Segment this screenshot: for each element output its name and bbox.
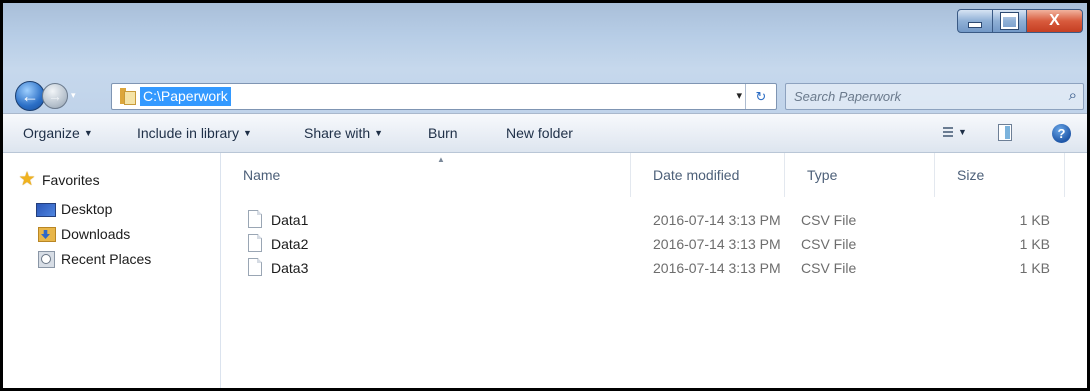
address-path[interactable]: C:\Paperwork [140,87,231,106]
file-icon [248,234,262,252]
title-bar: X ← → ▾ C:\Paperwork ▾ ↻ Search Paperwor… [3,3,1087,113]
search-icon[interactable]: ⌕ [1069,87,1077,104]
file-icon [248,210,262,228]
refresh-icon: ↻ [755,88,767,104]
back-button[interactable]: ← [15,81,45,111]
view-options-chevron-icon[interactable]: ▼ [958,127,967,137]
sidebar-item-label: Desktop [61,201,113,217]
column-header-label: Name [243,167,281,183]
new-folder-button[interactable]: New folder [506,125,573,141]
preview-pane-icon[interactable] [998,124,1012,141]
maximize-icon [1001,13,1018,29]
include-in-library-button[interactable]: Include in library ▼ [137,125,252,141]
file-list: Name ▲ Date modified Type Size Data1 201… [221,153,1087,388]
sidebar-item-favorites[interactable]: ★ Favorites [17,167,100,193]
sort-ascending-icon: ▲ [437,155,445,164]
column-header-size[interactable]: Size [935,153,1065,197]
sidebar-item-label: Downloads [61,226,131,242]
chevron-down-icon: ▼ [242,128,252,138]
help-icon[interactable]: ? [1052,124,1071,143]
navigation-pane: ★ Favorites Desktop Downloads Recent Pla… [3,153,221,388]
navigation-buttons: ← → ▾ [15,81,105,111]
change-view-icon[interactable] [939,126,953,140]
search-input[interactable]: Search Paperwork [794,89,901,104]
file-icon [248,258,262,276]
burn-button[interactable]: Burn [428,125,458,141]
file-size: 1 KB [1019,260,1050,276]
file-date-modified: 2016-07-14 3:13 PM [653,212,781,228]
column-header-label: Date modified [653,167,740,183]
column-header-label: Type [807,167,838,183]
sidebar-item-label: Recent Places [61,251,152,267]
maximize-button[interactable] [993,9,1027,33]
chevron-down-icon: ▼ [83,128,93,138]
file-type: CSV File [801,236,857,252]
file-name: Data1 [271,212,309,228]
window-controls: X [957,9,1083,33]
column-header-type[interactable]: Type [785,153,935,197]
file-type: CSV File [801,212,857,228]
sidebar-item-recent-places[interactable]: Recent Places [36,246,151,272]
refresh-button[interactable]: ↻ [745,84,776,109]
organize-button[interactable]: Organize ▼ [23,125,93,141]
table-row[interactable]: Data2 2016-07-14 3:13 PM CSV File 1 KB [221,232,1087,256]
chevron-down-icon: ▼ [374,128,384,138]
command-bar: Organize ▼ Include in library ▼ Share with… [3,113,1087,153]
minimize-icon [968,22,982,28]
minimize-button[interactable] [957,9,993,33]
back-arrow-icon: ← [21,85,39,106]
file-size: 1 KB [1019,236,1050,252]
star-icon: ★ [18,169,36,190]
search-box[interactable]: Search Paperwork ⌕ [785,83,1084,110]
column-header-date-modified[interactable]: Date modified [631,153,785,197]
share-with-label: Share with [304,125,371,141]
share-with-button[interactable]: Share with ▼ [304,125,383,141]
column-header-name[interactable]: Name ▲ [221,153,631,197]
close-icon: X [1049,12,1060,29]
downloads-folder-icon [36,225,56,243]
organize-label: Organize [23,125,80,141]
file-name: Data2 [271,236,309,252]
forward-arrow-icon: → [48,88,62,104]
explorer-window: X ← → ▾ C:\Paperwork ▾ ↻ Search Paperwor… [0,0,1090,391]
table-row[interactable]: Data3 2016-07-14 3:13 PM CSV File 1 KB [221,256,1087,280]
address-dropdown-icon[interactable]: ▾ [736,89,742,102]
help-glyph: ? [1057,126,1066,141]
file-name: Data3 [271,260,309,276]
file-size: 1 KB [1019,212,1050,228]
column-header-label: Size [957,167,985,183]
table-row[interactable]: Data1 2016-07-14 3:13 PM CSV File 1 KB [221,208,1087,232]
folder-icon [120,88,136,105]
file-date-modified: 2016-07-14 3:13 PM [653,236,781,252]
file-type: CSV File [801,260,857,276]
forward-button[interactable]: → [42,83,68,109]
recent-places-icon [36,250,56,268]
file-date-modified: 2016-07-14 3:13 PM [653,260,781,276]
recent-pages-chevron-icon[interactable]: ▾ [71,90,76,101]
sidebar-item-label: Favorites [42,172,100,188]
burn-label: Burn [428,125,458,141]
new-folder-label: New folder [506,125,573,141]
sidebar-item-downloads[interactable]: Downloads [36,221,130,247]
close-button[interactable]: X [1027,9,1083,33]
address-bar[interactable]: C:\Paperwork ▾ ↻ [111,83,777,110]
sidebar-item-desktop[interactable]: Desktop [36,196,112,222]
include-in-library-label: Include in library [137,125,239,141]
desktop-icon [36,203,56,217]
